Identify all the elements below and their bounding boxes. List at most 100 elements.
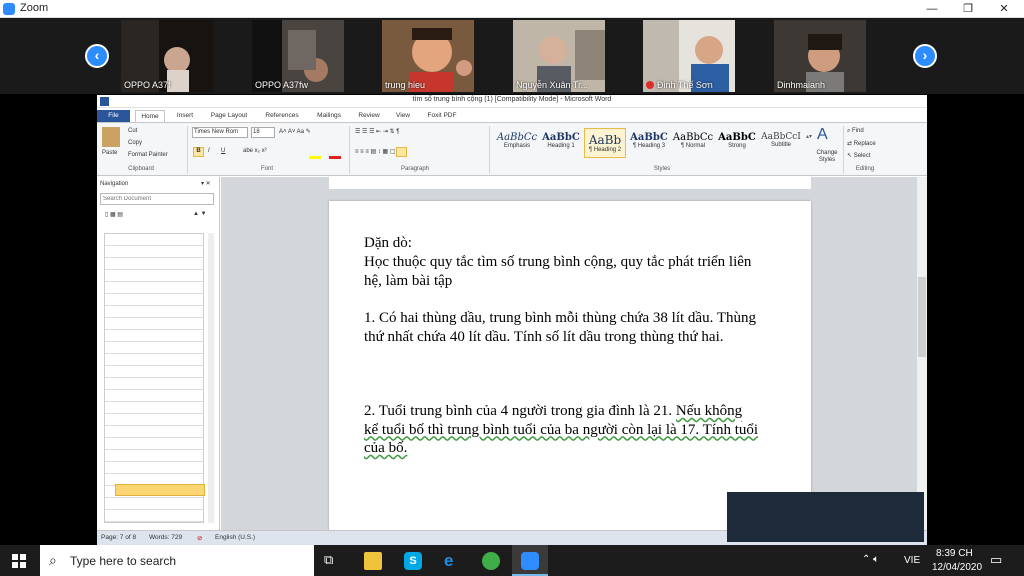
strike-sub-sup-buttons[interactable]: abe x₂ x² — [243, 148, 267, 154]
style-normal[interactable]: AaBbCc ¶ Normal — [672, 128, 714, 158]
group-divider — [489, 126, 490, 174]
nav-view-tabs[interactable]: ▯ ▦ ▤ — [105, 211, 123, 218]
page-count[interactable]: Page: 7 of 8 — [101, 534, 136, 541]
tab-file[interactable]: File — [97, 110, 130, 122]
editing-group-label: Editing — [855, 166, 875, 172]
tab-insert[interactable]: Insert — [169, 110, 201, 122]
scroll-thumb[interactable] — [918, 277, 926, 357]
edge-icon[interactable]: e — [444, 552, 462, 570]
participant-tile[interactable]: trung hieu — [382, 20, 474, 92]
style-heading-3[interactable]: AaBbC ¶ Heading 3 — [628, 128, 670, 158]
underline-button[interactable]: U — [221, 148, 225, 154]
word-count[interactable]: Words: 729 — [149, 534, 182, 541]
app-icon[interactable] — [482, 552, 500, 570]
document-area: Dặn dò: Học thuộc quy tắc tìm số trung b… — [221, 177, 917, 530]
search-document-input[interactable] — [100, 193, 214, 205]
nav-up-down-icons[interactable]: ▲ ▼ — [193, 211, 207, 217]
gallery-prev-button[interactable]: ‹ — [85, 44, 109, 68]
vertical-scrollbar[interactable] — [917, 177, 927, 530]
style-subtitle[interactable]: AaBbCcI Subtitle — [760, 128, 802, 158]
group-divider — [349, 126, 350, 174]
bold-button[interactable]: B — [193, 147, 204, 157]
justify-button[interactable] — [396, 147, 407, 157]
list-buttons[interactable]: ☰ ☰ ☰ ⇤ ⇥ ⇅ ¶ — [355, 128, 399, 135]
tab-page-layout[interactable]: Page Layout — [205, 110, 253, 122]
change-styles-icon[interactable]: A — [817, 127, 833, 143]
taskbar-search-box[interactable]: ⌕ Type here to search — [40, 545, 314, 576]
tab-mailings[interactable]: Mailings — [309, 110, 349, 122]
clock-time[interactable]: 8:39 CH — [936, 548, 973, 559]
format-painter-button[interactable]: Format Painter — [128, 152, 168, 158]
document-page[interactable]: Dặn dò: Học thuộc quy tắc tìm số trung b… — [329, 201, 811, 530]
tab-foxit-pdf[interactable]: Foxit PDF — [421, 110, 463, 122]
page-thumbnails[interactable] — [104, 233, 204, 523]
input-language[interactable]: VIE — [904, 555, 920, 566]
paste-button[interactable]: Paste — [102, 150, 117, 156]
current-page-highlight[interactable] — [115, 484, 205, 496]
gallery-next-button[interactable]: › — [913, 44, 937, 68]
participant-tile[interactable]: OPPO A37fw — [252, 20, 344, 92]
participant-name: Nguyễn Xuân Tr... — [516, 80, 589, 90]
font-size-select[interactable]: 18 — [251, 127, 275, 138]
task-view-icon[interactable]: ⧉ — [324, 552, 342, 570]
replace-icon: ⇄ — [847, 141, 854, 147]
doc-heading: Dặn dò: — [364, 235, 412, 251]
nav-scrollbar[interactable] — [208, 233, 214, 523]
font-group-label: Font — [260, 166, 273, 172]
proofing-icon[interactable]: ⊘ — [197, 534, 202, 542]
align-buttons[interactable]: ≡ ≡ ≡ ▤ ↕ ▦ ▢ — [355, 148, 396, 155]
notifications-icon[interactable]: ▭ — [990, 552, 1002, 568]
tray-icons[interactable]: ⌃ 🔈︎ — [862, 554, 879, 565]
copy-button[interactable]: Copy — [128, 140, 142, 146]
language-indicator[interactable]: English (U.S.) — [215, 534, 255, 541]
participant-tile[interactable]: Dinhmaianh — [774, 20, 866, 92]
participant-tile[interactable]: Nguyễn Xuân Tr... — [513, 20, 605, 92]
ribbon-tabs: File Home Insert Page Layout References … — [97, 108, 927, 123]
style-heading-1[interactable]: AaBbC Heading 1 — [540, 128, 582, 158]
tab-home[interactable]: Home — [135, 110, 165, 122]
word-title-bar: tìm số trung bình cộng (1) [Compatibilit… — [97, 95, 927, 108]
select-icon: ↖ — [847, 153, 854, 159]
replace-button[interactable]: ⇄ Replace — [847, 140, 876, 147]
restore-button[interactable]: ❐ — [950, 0, 986, 18]
style-heading-2[interactable]: AaBb ¶ Heading 2 — [584, 128, 626, 158]
find-button[interactable]: ⌕ Find — [847, 128, 864, 135]
tab-references[interactable]: References — [259, 110, 305, 122]
change-styles-button[interactable]: Change Styles — [813, 150, 841, 164]
windows-start-icon[interactable] — [12, 554, 26, 568]
participant-tile[interactable]: OPPO A37f — [121, 20, 213, 92]
participant-tile[interactable]: Đinh Thế Sơn — [643, 20, 735, 92]
cut-button[interactable]: Cut — [128, 128, 137, 134]
select-button[interactable]: ↖ Select — [847, 152, 870, 159]
paste-icon[interactable] — [102, 127, 120, 147]
styles-scroll-icon[interactable]: ▴▾ — [806, 133, 812, 140]
tab-view[interactable]: View — [389, 110, 417, 122]
close-button[interactable]: ✕ — [986, 0, 1022, 18]
zoom-taskbar-button[interactable] — [512, 545, 548, 576]
skype-icon[interactable]: S — [404, 552, 422, 570]
zoom-logo-icon — [3, 3, 15, 15]
muted-mic-icon — [646, 81, 654, 89]
font-grow-shrink-buttons[interactable]: A˄ A˅ Aa ✎ — [279, 128, 311, 135]
zoom-app-icon — [521, 552, 539, 570]
clock-date[interactable]: 12/04/2020 — [932, 562, 982, 573]
font-name-select[interactable]: Times New Rom — [192, 127, 248, 138]
file-explorer-icon[interactable] — [364, 552, 382, 570]
font-color-icon[interactable] — [329, 156, 341, 159]
close-pane-icon[interactable]: ▾ ✕ — [201, 180, 211, 187]
document-title: tìm số trung bình cộng (1) [Compatibilit… — [412, 96, 612, 103]
paragraph-group-label: Paragraph — [400, 166, 430, 172]
ribbon: Paste Cut Copy Format Painter Clipboard … — [97, 123, 927, 176]
style-strong[interactable]: AaBbC Strong — [716, 128, 758, 158]
window-title: Zoom — [20, 2, 49, 14]
minimize-button[interactable]: — — [914, 0, 950, 18]
style-emphasis[interactable]: AaBbCc Emphasis — [496, 128, 538, 158]
group-divider — [843, 126, 844, 174]
italic-button[interactable]: I — [208, 148, 210, 154]
clipboard-group-label: Clipboard — [128, 166, 154, 172]
previous-page-edge — [329, 177, 811, 189]
windows-taskbar: ⌕ Type here to search ⧉ S e ⌃ 🔈︎ VIE 8:3… — [0, 545, 1024, 576]
tab-review[interactable]: Review — [353, 110, 385, 122]
highlight-icon[interactable] — [309, 156, 321, 159]
word-window: tìm số trung bình cộng (1) [Compatibilit… — [97, 95, 927, 545]
